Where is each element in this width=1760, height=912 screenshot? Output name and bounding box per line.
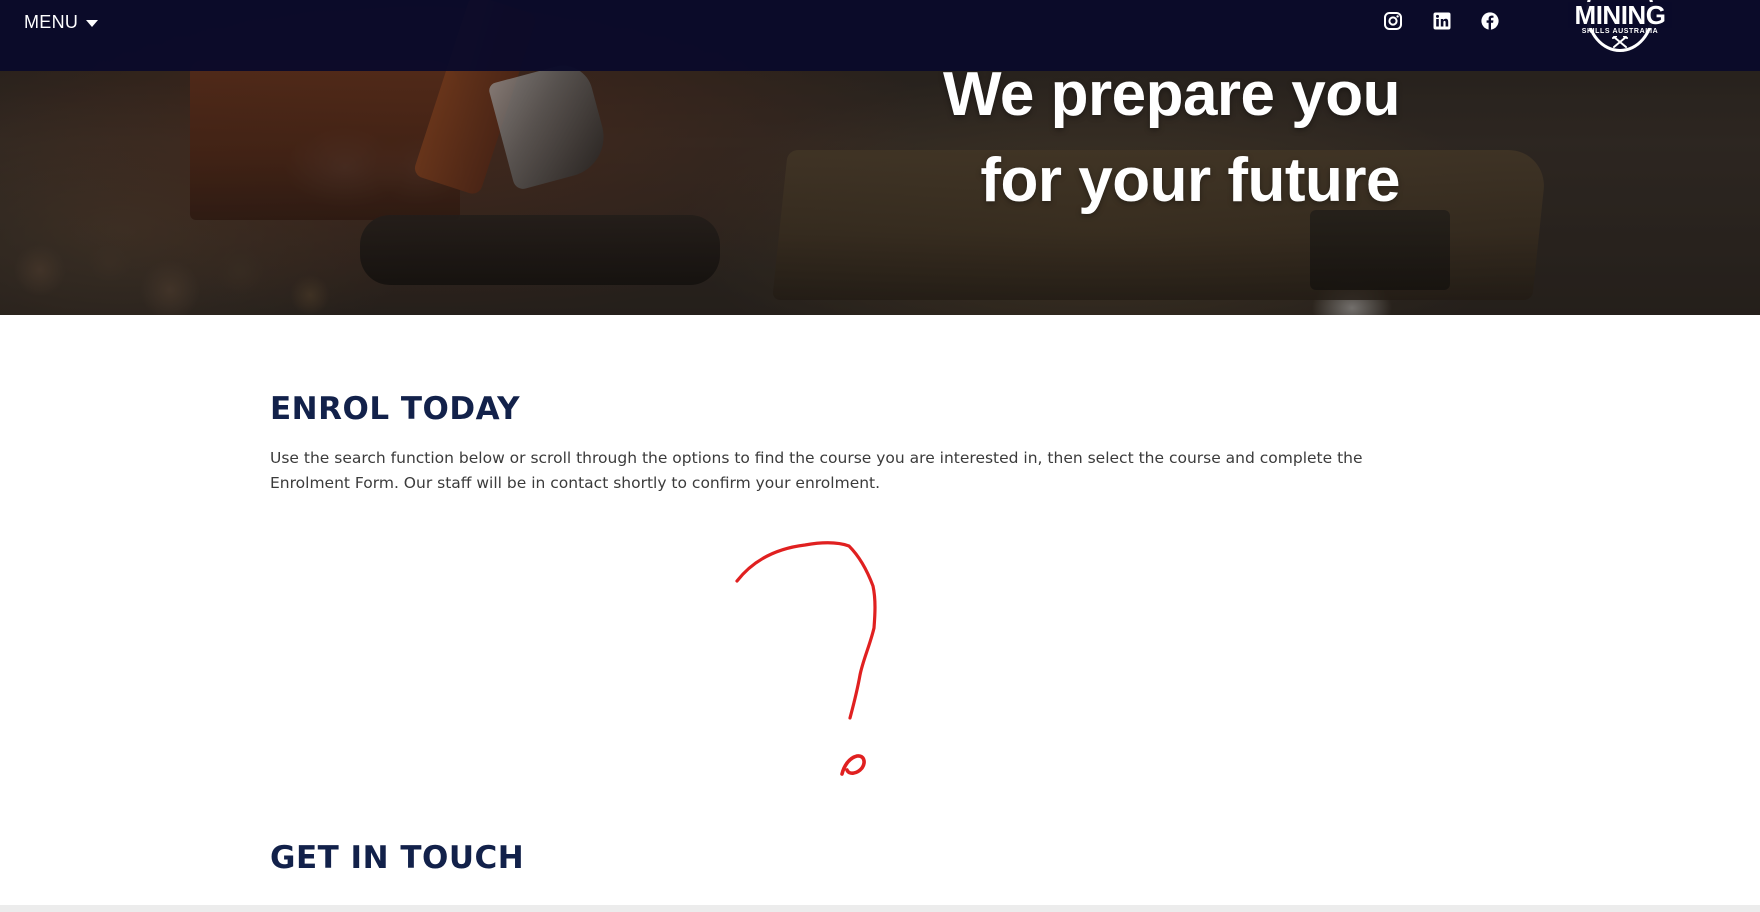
menu-button[interactable]: MENU	[24, 10, 99, 34]
logo-subtitle: SKILLS AUSTRALIA	[1581, 28, 1659, 35]
hero-heading-line-2: for your future	[980, 146, 1400, 215]
facebook-icon	[1481, 12, 1499, 30]
linkedin-link[interactable]	[1432, 11, 1452, 31]
caret-down-icon	[86, 19, 99, 27]
footer-edge	[0, 905, 1760, 912]
page: We prepare you for your future MENU MINI…	[0, 0, 1760, 912]
linkedin-icon	[1433, 12, 1451, 30]
question-mark-annotation	[735, 541, 877, 776]
enrol-description: Use the search function below or scroll …	[270, 449, 1363, 492]
instagram-icon	[1384, 12, 1402, 30]
enrol-title: ENROL TODAY	[270, 391, 521, 427]
menu-label: MENU	[24, 11, 79, 32]
facebook-link[interactable]	[1480, 11, 1500, 31]
site-logo[interactable]: MINING SKILLS AUSTRALIA	[1568, 0, 1672, 56]
site-header: MENU MINING SKILLS AUSTRALIA	[0, 0, 1760, 71]
crossed-tools-icon	[1612, 36, 1628, 48]
instagram-link[interactable]	[1383, 11, 1403, 31]
course-search-area	[270, 520, 1420, 790]
logo-wordmark: MINING	[1568, 2, 1672, 28]
hero-heading: We prepare you for your future	[700, 52, 1401, 224]
contact-title: GET IN TOUCH	[270, 840, 525, 876]
